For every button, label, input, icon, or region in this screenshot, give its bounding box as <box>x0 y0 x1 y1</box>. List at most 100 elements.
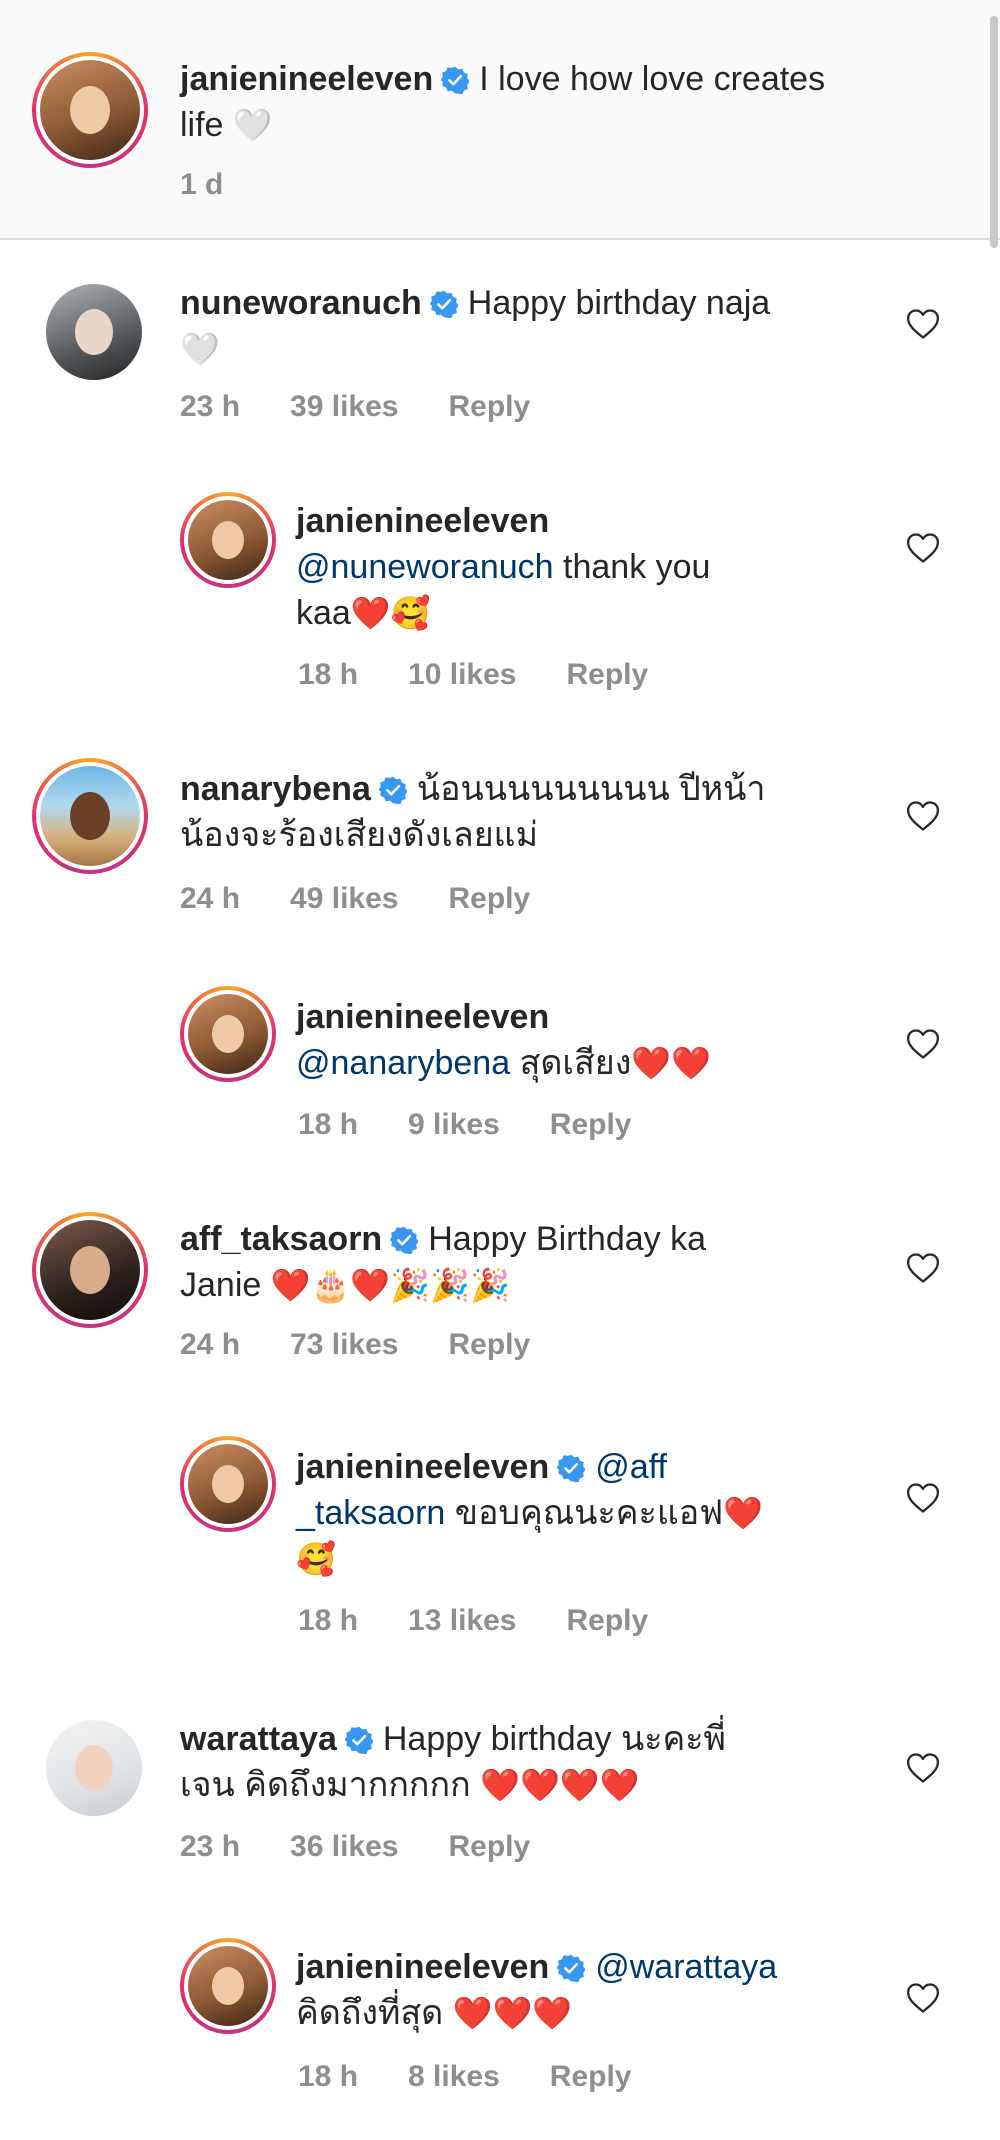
verified-badge-icon <box>430 290 458 318</box>
comment-meta: 23 h 39 likes Reply <box>180 390 580 424</box>
reply-item: janienineeleven @warattaya คิดถึงที่สุด ❤… <box>0 1920 1000 2140</box>
comment-username[interactable]: nanarybena <box>180 770 371 808</box>
mention-link[interactable]: @nuneworanuch <box>296 548 554 586</box>
comment-username[interactable]: nuneworanuch <box>180 284 422 322</box>
comment-body: ขอบคุณนะคะแอฟ <box>445 1494 724 1532</box>
comment-body-2: น้องจะร้องเสียงดังเลยแม่ <box>180 816 539 854</box>
comment-time: 18 h <box>298 1604 359 1637</box>
comment-text: janienineeleven @aff _taksaorn ขอบคุณนะคะ… <box>296 1444 896 1582</box>
comment-body-2: kaa <box>296 594 351 632</box>
commenter-avatar[interactable] <box>180 1938 276 2034</box>
comment-meta: 18 h 13 likes Reply <box>298 1604 698 1638</box>
comment-username[interactable]: warattaya <box>180 1720 337 1758</box>
commenter-avatar[interactable] <box>32 1212 148 1328</box>
comment-text: nuneworanuch Happy birthday naja 🤍 <box>180 280 880 372</box>
comment-likes[interactable]: 8 likes <box>408 2060 500 2094</box>
comment-body: Happy Birthday ka <box>428 1220 707 1258</box>
mention-link[interactable]: @nanarybena <box>296 1044 510 1082</box>
like-heart-icon[interactable] <box>906 1252 940 1284</box>
verified-badge-icon <box>441 66 469 94</box>
comment-body-2: Janie <box>180 1266 271 1304</box>
mention-link-2[interactable]: _taksaorn <box>296 1494 445 1532</box>
comment-item: nanarybena น้อนนนนนนนนน ปีหน้า น้องจะร้อง… <box>0 740 1000 950</box>
caption-avatar[interactable] <box>32 52 148 168</box>
comment-text: aff_taksaorn Happy Birthday ka Janie ❤️🎂❤… <box>180 1216 880 1308</box>
comment-body: Happy birthday นะคะพี่ <box>382 1720 726 1758</box>
comment-item: nuneworanuch Happy birthday naja 🤍 23 h 3… <box>0 240 1000 470</box>
like-heart-icon[interactable] <box>906 1982 940 2014</box>
reply-button[interactable]: Reply <box>550 2060 632 2094</box>
comment-text: janienineeleven @warattaya คิดถึงที่สุด ❤… <box>296 1944 896 2036</box>
comment-likes[interactable]: 13 likes <box>408 1604 516 1638</box>
commenter-avatar[interactable] <box>180 986 276 1082</box>
verified-badge-icon <box>379 776 407 804</box>
like-heart-icon[interactable] <box>906 1482 940 1514</box>
verified-badge-icon <box>557 1454 585 1482</box>
comment-time: 18 h <box>298 2060 359 2093</box>
like-heart-icon[interactable] <box>906 1752 940 1784</box>
comment-username[interactable]: janienineeleven <box>296 1948 549 1986</box>
white-heart-emoji: 🤍 <box>232 107 273 143</box>
post-caption: janienineeleven I love how love creates l… <box>0 0 1000 248</box>
reply-item: janienineeleven @aff _taksaorn ขอบคุณนะคะ… <box>0 1420 1000 1670</box>
comment-item: warattaya Happy birthday นะคะพี่ เจน คิดถ… <box>0 1690 1000 1910</box>
comment-meta: 18 h 8 likes Reply <box>298 2060 681 2094</box>
reply-button[interactable]: Reply <box>550 1108 632 1142</box>
comment-item: aff_taksaorn Happy Birthday ka Janie ❤️🎂❤… <box>0 1190 1000 1410</box>
comment-body: สุดเสียง <box>510 1044 632 1082</box>
emoji: ❤️ <box>723 1495 764 1531</box>
commenter-avatar[interactable] <box>46 1720 142 1816</box>
reply-button[interactable]: Reply <box>566 658 648 692</box>
comment-text: janienineeleven @nanarybena สุดเสียง❤️❤️ <box>296 994 896 1086</box>
commenter-avatar[interactable] <box>180 492 276 588</box>
comment-time: 18 h <box>298 658 359 691</box>
caption-body: I love how love creates <box>479 60 826 98</box>
white-heart-emoji: 🤍 <box>180 331 220 367</box>
reply-button[interactable]: Reply <box>448 1830 530 1864</box>
emoji: ❤️🎂❤️🎉🎉🎉 <box>270 1267 510 1303</box>
comment-likes[interactable]: 49 likes <box>290 882 398 916</box>
comment-username[interactable]: janienineeleven <box>296 502 549 540</box>
commenter-avatar[interactable] <box>32 758 148 874</box>
emoji: ❤️❤️ <box>631 1045 711 1081</box>
reply-button[interactable]: Reply <box>448 390 530 424</box>
comment-username[interactable]: janienineeleven <box>296 998 549 1036</box>
commenter-avatar[interactable] <box>46 284 142 380</box>
verified-badge-icon <box>390 1226 418 1254</box>
comment-text: warattaya Happy birthday นะคะพี่ เจน คิดถ… <box>180 1716 880 1808</box>
caption-username[interactable]: janienineeleven <box>180 60 433 98</box>
emoji: ❤️❤️❤️❤️ <box>480 1767 640 1803</box>
comment-username[interactable]: aff_taksaorn <box>180 1220 382 1258</box>
comment-time: 23 h <box>180 1830 241 1863</box>
reply-button[interactable]: Reply <box>566 1604 648 1638</box>
comment-time: 18 h <box>298 1108 359 1141</box>
mention-link[interactable]: @warattaya <box>595 1948 777 1986</box>
comment-likes[interactable]: 9 likes <box>408 1108 500 1142</box>
like-heart-icon[interactable] <box>906 1028 940 1060</box>
comment-likes[interactable]: 39 likes <box>290 390 398 424</box>
emoji: ❤️🥰 <box>350 595 431 631</box>
like-heart-icon[interactable] <box>906 800 940 832</box>
commenter-avatar[interactable] <box>180 1436 276 1532</box>
comment-likes[interactable]: 36 likes <box>290 1830 398 1864</box>
comment-likes[interactable]: 10 likes <box>408 658 516 692</box>
scrollbar[interactable] <box>990 16 998 248</box>
reply-button[interactable]: Reply <box>448 1328 530 1362</box>
verified-badge-icon <box>345 1726 373 1754</box>
reply-item: janienineeleven @nanarybena สุดเสียง❤️❤️… <box>0 970 1000 1170</box>
reply-button[interactable]: Reply <box>448 882 530 916</box>
comment-likes[interactable]: 73 likes <box>290 1328 398 1362</box>
caption-body-2: life <box>180 106 224 144</box>
comment-body: Happy birthday naja <box>467 284 771 322</box>
comment-text: janienineeleven @nuneworanuch thank you … <box>296 498 896 636</box>
comment-username[interactable]: janienineeleven <box>296 1448 549 1486</box>
comment-time: 24 h <box>180 882 241 915</box>
verified-badge-icon <box>557 1954 585 1982</box>
comment-body: น้อนนนนนนนนน ปีหน้า <box>416 770 766 808</box>
comment-meta: 18 h 9 likes Reply <box>298 1108 681 1142</box>
caption-text: janienineeleven I love how love creates l… <box>180 56 940 148</box>
like-heart-icon[interactable] <box>906 308 940 340</box>
comment-text: nanarybena น้อนนนนนนนนน ปีหน้า น้องจะร้อง… <box>180 766 880 858</box>
mention-link[interactable]: @aff <box>595 1448 667 1486</box>
like-heart-icon[interactable] <box>906 532 940 564</box>
